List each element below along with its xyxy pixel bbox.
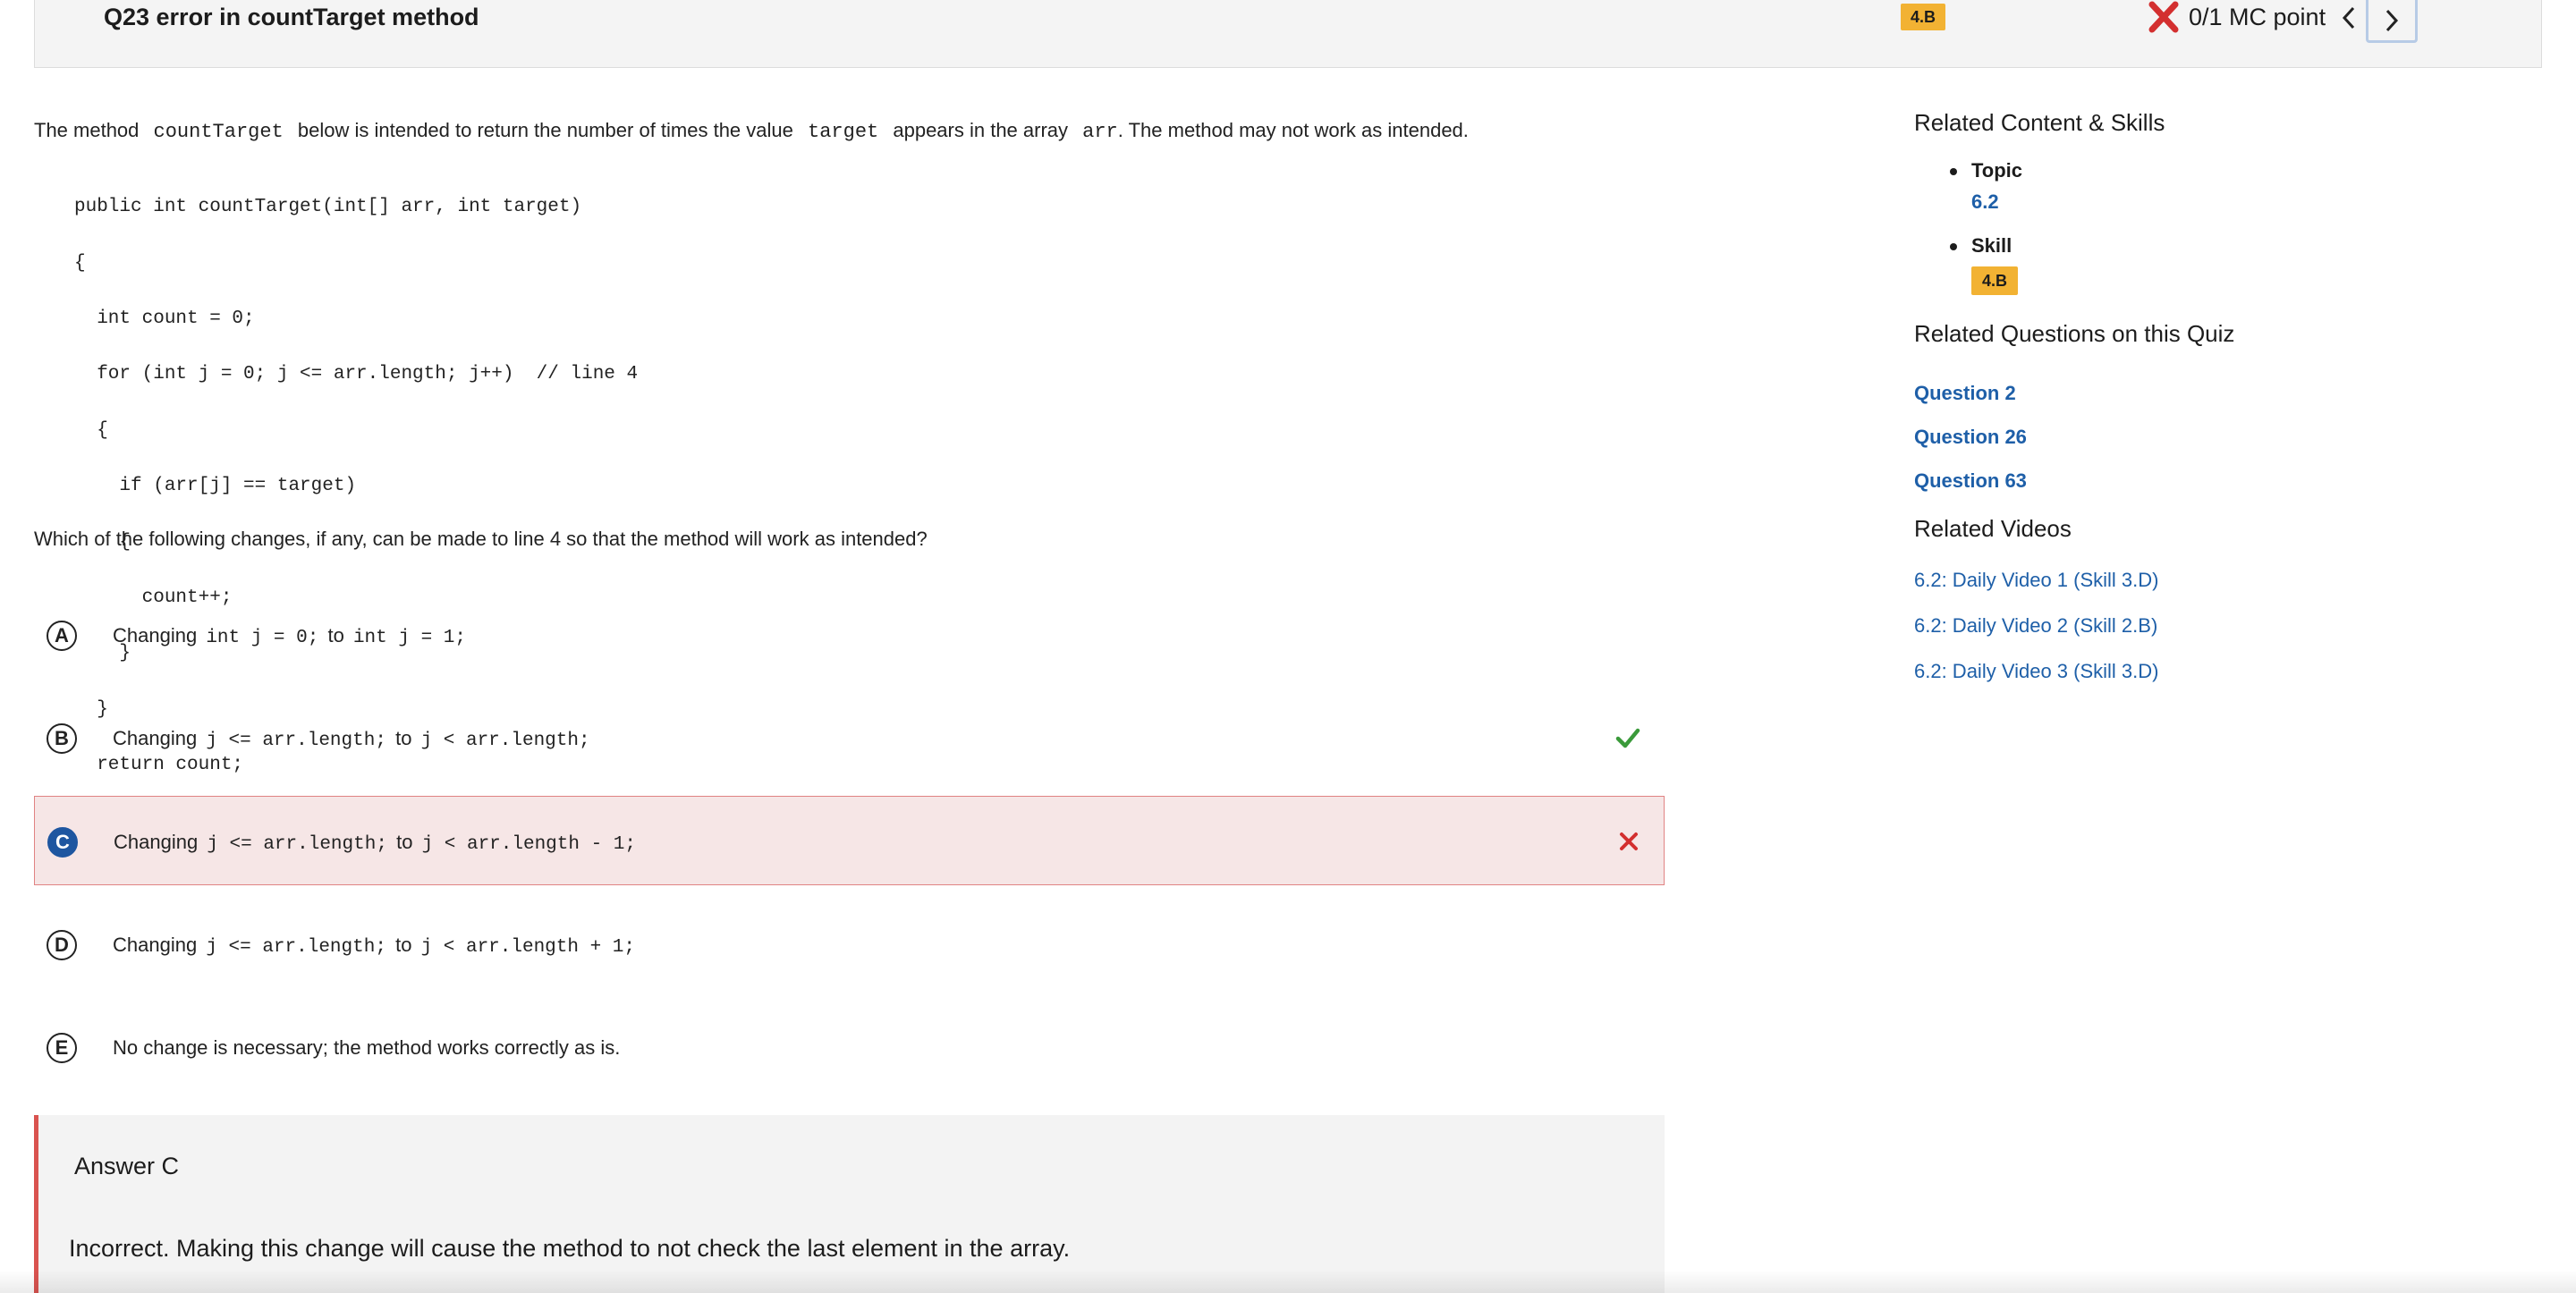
answer-choice-e[interactable]: E No change is necessary; the method wor… xyxy=(34,1002,1665,1092)
prompt-text: appears in the array xyxy=(893,119,1069,141)
choice-letter: E xyxy=(47,1033,77,1063)
code-line: for (int j = 0; j <= arr.length; j++) //… xyxy=(74,364,639,385)
next-question-button[interactable] xyxy=(2366,0,2418,43)
answer-title: Answer C xyxy=(74,1153,180,1179)
question-text: Which of the following changes, if any, … xyxy=(34,528,928,550)
choice-mid: to xyxy=(327,624,344,646)
choice-mid: to xyxy=(396,831,413,853)
choice-code: j < arr.length; xyxy=(420,731,590,751)
code-line: { xyxy=(74,419,108,441)
correct-check-icon xyxy=(1615,728,1640,748)
related-question-link[interactable]: Question 63 xyxy=(1914,469,2027,493)
related-question-link[interactable]: Question 2 xyxy=(1914,382,2016,405)
prompt-code: countTarget xyxy=(153,121,284,143)
code-line: int count = 0; xyxy=(74,308,255,330)
choice-code: j < arr.length + 1; xyxy=(420,937,636,958)
choice-code: j <= arr.length; xyxy=(206,937,386,958)
bottom-shadow xyxy=(0,1270,2576,1293)
related-video-link[interactable]: 6.2: Daily Video 3 (Skill 3.D) xyxy=(1914,660,2159,683)
code-line: public int countTarget(int[] arr, int ta… xyxy=(74,197,582,218)
prompt-code: target xyxy=(808,121,879,143)
related-question-link[interactable]: Question 26 xyxy=(1914,426,2027,449)
chevron-right-icon xyxy=(2385,9,2399,31)
choice-text: Changing int j = 0; to int j = 1; xyxy=(113,624,470,648)
related-video-link[interactable]: 6.2: Daily Video 2 (Skill 2.B) xyxy=(1914,614,2157,638)
choice-prefix: Changing xyxy=(114,831,199,853)
choice-text: Changing j <= arr.length; to j < arr.len… xyxy=(114,831,640,855)
choice-letter: B xyxy=(47,723,77,754)
related-questions-heading: Related Questions on this Quiz xyxy=(1914,320,2235,347)
prompt-text: below is intended to return the number o… xyxy=(297,119,793,141)
skill-badge: 4.B xyxy=(1901,4,1945,30)
topic-label: Topic xyxy=(1971,159,2023,182)
choice-letter: A xyxy=(47,621,77,651)
answer-choice-c[interactable]: C Changing j <= arr.length; to j < arr.l… xyxy=(34,796,1665,885)
skill-badge: 4.B xyxy=(1971,266,2018,295)
question-header: Q23 error in countTarget method 4.B 0/1 … xyxy=(34,0,2542,68)
related-video-link[interactable]: 6.2: Daily Video 1 (Skill 3.D) xyxy=(1914,569,2159,592)
choice-text: Changing j <= arr.length; to j < arr.len… xyxy=(113,934,639,958)
answer-choice-d[interactable]: D Changing j <= arr.length; to j < arr.l… xyxy=(34,900,1665,989)
choice-code: int j = 1; xyxy=(352,628,466,648)
code-line: { xyxy=(74,252,86,274)
related-content-heading: Related Content & Skills xyxy=(1914,109,2165,136)
question-title: Q23 error in countTarget method xyxy=(104,4,479,30)
incorrect-x-icon xyxy=(2148,1,2179,33)
prompt-code: arr xyxy=(1082,121,1118,143)
choice-prefix: Changing xyxy=(113,934,198,956)
code-line: if (arr[j] == target) xyxy=(74,476,357,497)
question-prompt: The method countTarget below is intended… xyxy=(34,119,1469,143)
bullet xyxy=(1950,168,1957,175)
incorrect-x-icon xyxy=(1620,832,1638,850)
chevron-left-icon xyxy=(2342,6,2355,30)
choice-text: Changing j <= arr.length; to j < arr.len… xyxy=(113,727,594,751)
choice-letter: D xyxy=(47,930,77,960)
bullet xyxy=(1950,243,1957,250)
prompt-text: . The method may not work as intended. xyxy=(1117,119,1469,141)
choice-code: j <= arr.length; xyxy=(206,731,386,751)
skill-label: Skill xyxy=(1971,234,2012,257)
choice-letter: C xyxy=(47,827,78,858)
choice-text: No change is necessary; the method works… xyxy=(113,1036,621,1059)
previous-question-button[interactable] xyxy=(2334,0,2364,36)
answer-choice-a[interactable]: A Changing int j = 0; to int j = 1; xyxy=(34,590,1665,680)
score-text: 0/1 MC point xyxy=(2189,4,2326,30)
choice-mid: to xyxy=(395,934,412,956)
prompt-text: The method xyxy=(34,119,140,141)
choice-code: j <= arr.length; xyxy=(207,834,387,855)
topic-link[interactable]: 6.2 xyxy=(1971,190,1999,214)
related-videos-heading: Related Videos xyxy=(1914,515,2072,542)
choice-code: int j = 0; xyxy=(206,628,319,648)
answer-choice-b[interactable]: B Changing j <= arr.length; to j < arr.l… xyxy=(34,693,1665,782)
answer-explanation-panel: Answer C Incorrect. Making this change w… xyxy=(34,1115,1665,1293)
choice-mid: to xyxy=(395,727,412,749)
answer-explanation: Incorrect. Making this change will cause… xyxy=(69,1235,1071,1262)
choice-prefix: Changing xyxy=(113,727,198,749)
choice-prefix: Changing xyxy=(113,624,198,646)
choice-code: j < arr.length - 1; xyxy=(421,834,637,855)
